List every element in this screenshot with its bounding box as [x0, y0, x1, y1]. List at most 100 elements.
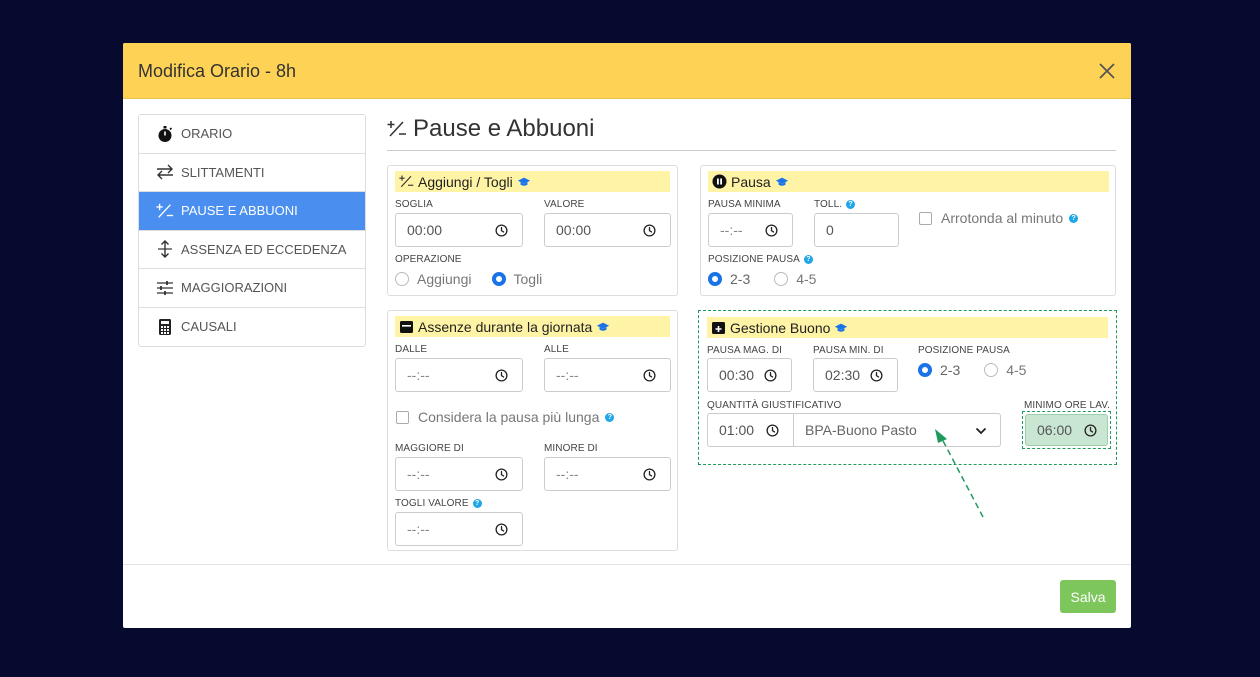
help-icon[interactable]: ? [803, 255, 813, 264]
gestione-buono-panel: Gestione Buono PAUSA MAG. DI 00:30 PAUSA… [700, 312, 1116, 463]
radio-circle[interactable] [395, 272, 409, 286]
dalle-value: --:-- [407, 367, 430, 383]
clock-icon[interactable] [870, 369, 883, 382]
page-title-text: Pause e Abbuoni [413, 115, 595, 142]
quantita-value: 01:00 [719, 422, 755, 438]
pausa-panel: Pausa PAUSA MINIMA --:-- TOLL.? 0 Arroto… [700, 165, 1116, 296]
quantita-input[interactable]: 01:00 [707, 413, 794, 447]
title-divider [387, 150, 1116, 151]
radio-4-5[interactable]: 4-5 [984, 362, 1026, 378]
pausa-min-value: 02:30 [825, 367, 861, 383]
help-icon[interactable]: ? [605, 412, 615, 422]
togli-valore-input[interactable]: --:-- [395, 512, 523, 546]
radio-2-3[interactable]: 2-3 [918, 362, 960, 378]
radio-circle[interactable] [491, 272, 506, 286]
clock-icon[interactable] [764, 369, 777, 382]
clock-icon[interactable] [495, 468, 508, 481]
sidebar-item-maggiorazioni[interactable]: MAGGIORAZIONI [139, 269, 365, 308]
sidebar-item-causali[interactable]: CAUSALI [139, 308, 365, 347]
clock-icon[interactable] [766, 424, 779, 437]
panel-heading: Gestione Buono [707, 317, 1108, 338]
maggiore-label: MAGGIORE DI [395, 443, 464, 454]
radio-circle[interactable] [918, 363, 932, 377]
swap-arrows-icon [156, 163, 174, 181]
minimo-ore-input[interactable]: 06:00 [1025, 414, 1108, 446]
maggiore-value: --:-- [407, 466, 430, 482]
modal-title: Modifica Orario - 8h [138, 61, 297, 81]
radio-circle[interactable] [984, 363, 999, 377]
considera-pausa-checkbox[interactable]: Considera la pausa più lunga ? [396, 409, 615, 425]
close-button[interactable] [1095, 59, 1119, 83]
sidebar-item-label: PAUSE E ABBUONI [181, 203, 298, 219]
vertical-arrows-icon [156, 240, 174, 259]
radio-circle[interactable] [774, 272, 789, 286]
sidebar-item-assenza-eccedenza[interactable]: ASSENZA ED ECCEDENZA [139, 231, 365, 269]
soglia-value: 00:00 [407, 222, 443, 238]
pausa-minima-input[interactable]: --:-- [708, 213, 793, 247]
clock-icon[interactable] [495, 224, 508, 237]
toll-label-text: TOLL. [814, 199, 843, 210]
radio-aggiungi[interactable]: Aggiungi [395, 271, 472, 287]
dalle-input[interactable]: --:-- [395, 358, 523, 392]
checkbox-label: Considera la pausa più lunga [418, 409, 600, 425]
sidebar-item-pause-abbuoni[interactable]: PAUSE E ABBUONI [139, 192, 365, 231]
alle-value: --:-- [556, 367, 579, 383]
clock-icon[interactable] [643, 224, 656, 237]
radio-circle[interactable] [708, 272, 722, 286]
graduation-cap-icon[interactable] [517, 176, 531, 188]
minimo-ore-value: 06:00 [1037, 422, 1073, 438]
valore-value: 00:00 [556, 222, 592, 238]
checkbox-box[interactable] [919, 211, 932, 225]
sidebar-item-label: ASSENZA ED ECCEDENZA [181, 241, 347, 257]
pause-icon [712, 174, 727, 189]
clock-icon[interactable] [765, 224, 778, 237]
calendar-icon [399, 319, 414, 334]
help-icon[interactable]: ? [1069, 213, 1079, 223]
togli-label-text: TOGLI VALORE [395, 498, 469, 509]
radio-togli[interactable]: Togli [491, 271, 542, 287]
posizione-pausa-label: POSIZIONE PAUSA? [708, 254, 813, 265]
clock-icon[interactable] [1084, 424, 1097, 437]
clock-icon[interactable] [643, 369, 656, 382]
radio-2-3[interactable]: 2-3 [708, 271, 750, 287]
posizione-label-text: POSIZIONE PAUSA [708, 254, 800, 265]
sidebar-item-label: CAUSALI [181, 319, 237, 335]
clock-icon[interactable] [495, 523, 508, 536]
checkbox-box[interactable] [396, 410, 409, 424]
stopwatch-icon [156, 125, 174, 143]
maggiore-input[interactable]: --:-- [395, 457, 523, 491]
calculator-icon [156, 318, 174, 336]
save-button[interactable]: Salva [1060, 580, 1116, 613]
posizione-radio-group: 2-3 4-5 [708, 271, 840, 287]
minore-value: --:-- [556, 466, 579, 482]
help-icon[interactable]: ? [472, 499, 482, 508]
panel-title: Assenze durante la giornata [418, 318, 593, 335]
close-icon [1099, 63, 1115, 79]
graduation-cap-icon[interactable] [596, 321, 610, 333]
radio-label: 4-5 [796, 271, 817, 287]
pausa-mag-input[interactable]: 00:30 [707, 358, 792, 392]
sidebar-nav: ORARIO SLITTAMENTI PAUSE E ABBUONI ASSEN… [138, 114, 366, 347]
alle-input[interactable]: --:-- [544, 358, 671, 392]
sidebar-item-slittamenti[interactable]: SLITTAMENTI [139, 154, 365, 192]
sidebar-item-orario[interactable]: ORARIO [139, 115, 365, 154]
aggiungi-togli-panel: Aggiungi / Togli SOGLIA 00:00 VALORE 00:… [387, 165, 678, 296]
graduation-cap-icon[interactable] [775, 176, 789, 188]
clock-icon[interactable] [495, 369, 508, 382]
valore-input[interactable]: 00:00 [544, 213, 671, 247]
soglia-input[interactable]: 00:00 [395, 213, 523, 247]
panel-title: Gestione Buono [730, 319, 831, 336]
minore-input[interactable]: --:-- [544, 457, 671, 491]
radio-4-5[interactable]: 4-5 [774, 271, 816, 287]
arrotonda-checkbox[interactable]: Arrotonda al minuto ? [919, 210, 1079, 226]
panel-title: Pausa [731, 173, 771, 190]
pausa-minima-value: --:-- [720, 222, 743, 238]
toll-input[interactable]: 0 [814, 213, 899, 247]
help-icon[interactable]: ? [846, 200, 856, 209]
graduation-cap-icon[interactable] [834, 322, 848, 334]
giustificativo-value: BPA-Buono Pasto [805, 422, 917, 438]
clock-icon[interactable] [643, 468, 656, 481]
pausa-min-input[interactable]: 02:30 [813, 358, 898, 392]
checkbox-label: Arrotonda al minuto [941, 210, 1064, 226]
radio-label: 2-3 [940, 362, 961, 378]
